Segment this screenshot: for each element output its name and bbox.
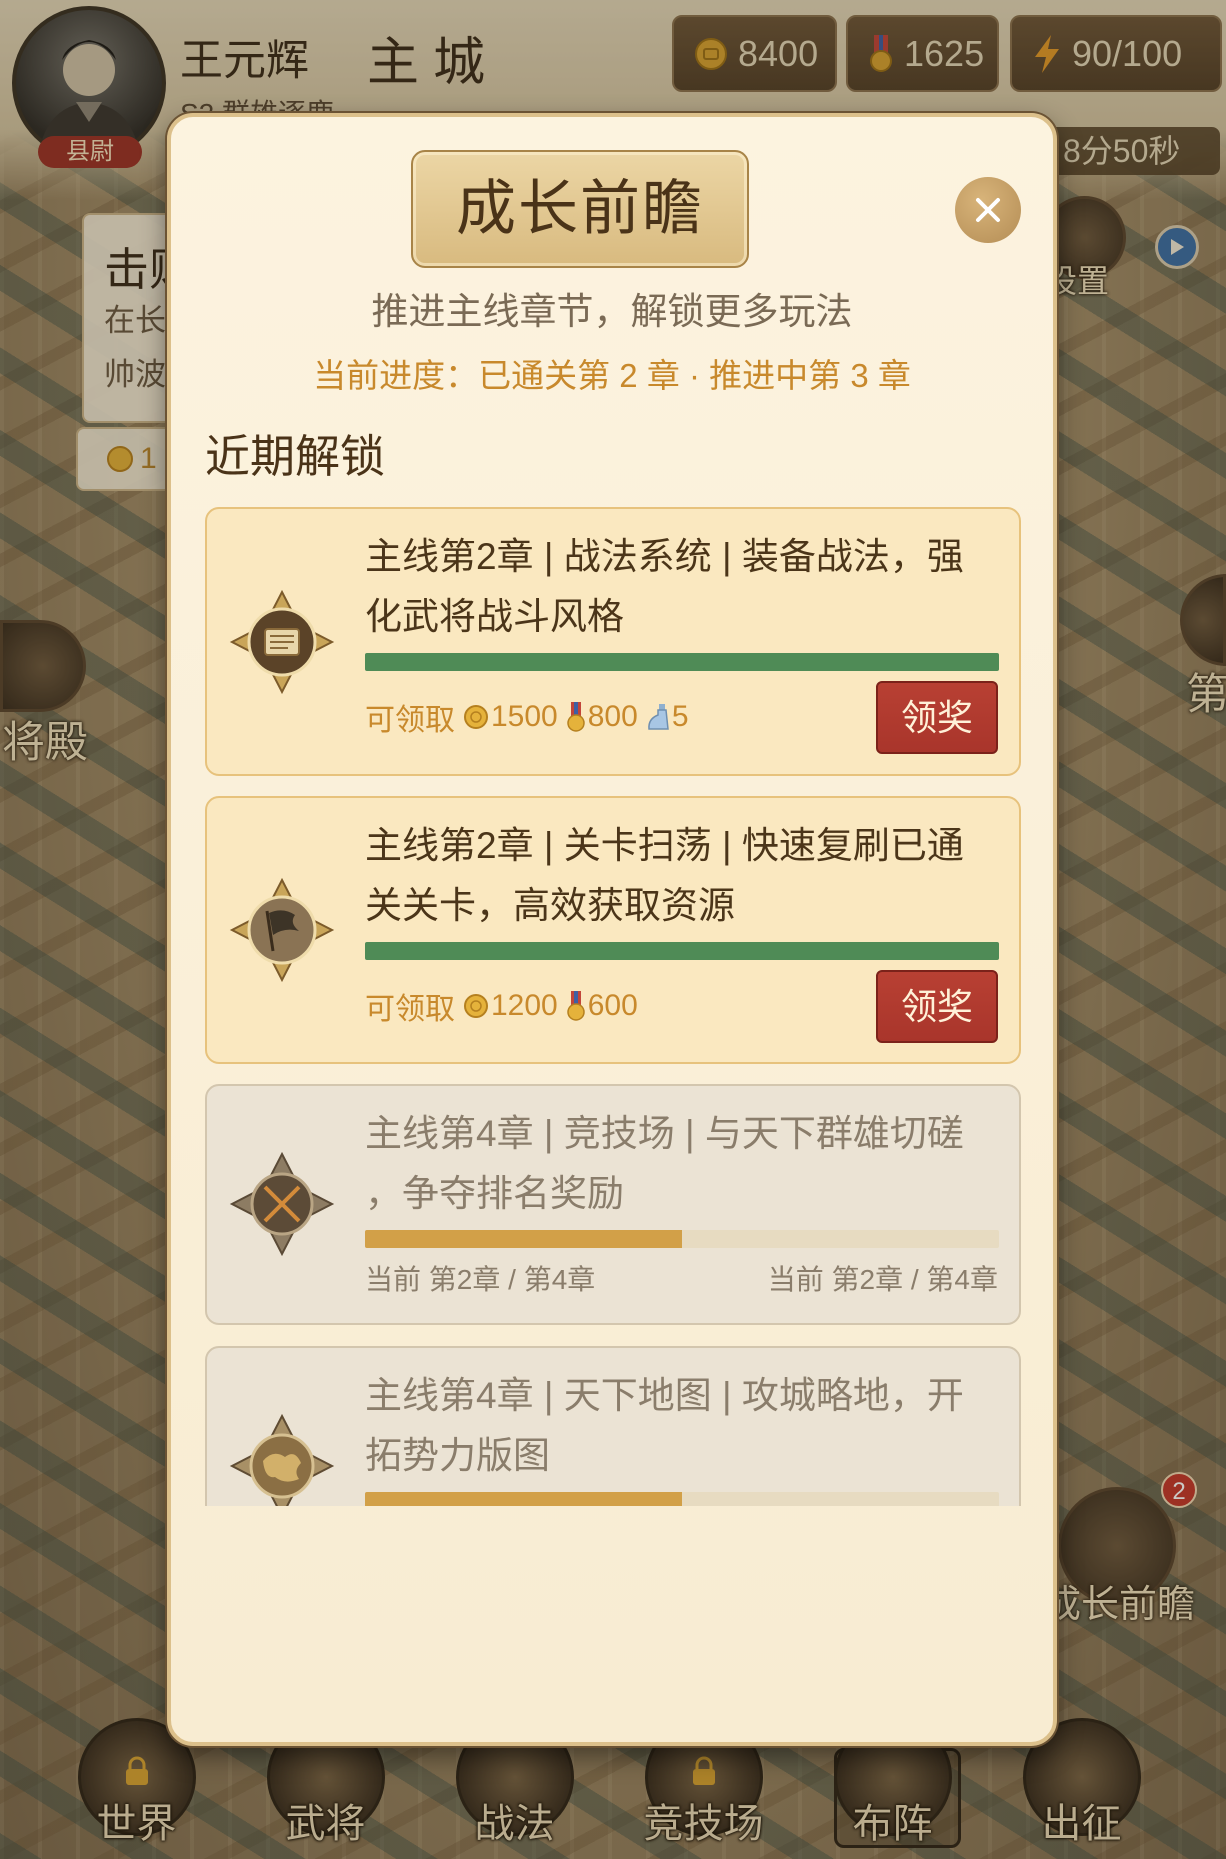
unlock-list[interactable]: 主线第2章 | 战法系统 | 装备战法，强 化武将战斗风格 可领取 1500 8… — [205, 507, 1021, 1506]
modal-subtitle: 推进主线章节，解锁更多玩法 — [371, 291, 853, 332]
description-line: 拓势力版图 — [365, 1435, 550, 1476]
growth-preview-modal: 成长前瞻 推进主线章节，解锁更多玩法 当前进度：已通关第 2 章 · 推进中第 … — [167, 113, 1057, 1746]
reward-label: 可领取 — [365, 993, 455, 1026]
unlock-description: 主线第2章 | 战法系统 | 装备战法，强 化武将战斗风格 — [365, 527, 1001, 647]
unlock-card: 主线第2章 | 关卡扫荡 | 快速复刷已通 关关卡，高效获取资源 可领取 120… — [205, 796, 1021, 1064]
reward-item: 1200 — [463, 989, 558, 1023]
modal-title: 成长前瞻 — [411, 150, 749, 268]
flag-icon — [229, 877, 335, 983]
unlock-card: 主线第2章 | 战法系统 | 装备战法，强 化武将战斗风格 可领取 1500 8… — [205, 507, 1021, 776]
reward-item: 1500 — [463, 700, 558, 734]
reward-item: 5 — [646, 700, 689, 734]
description-line: 关关卡，高效获取资源 — [365, 885, 735, 926]
reward-row: 可领取 1200 600 — [365, 986, 638, 1026]
description-line: 主线第4章 | 竞技场 | 与天下群雄切磋 — [365, 1113, 964, 1154]
medal-icon — [567, 702, 585, 732]
unlock-description: 主线第4章 | 竞技场 | 与天下群雄切磋 ，争夺排名奖励 — [365, 1104, 1001, 1224]
progress-bar — [365, 653, 999, 671]
close-button[interactable] — [955, 177, 1021, 243]
description-line: 主线第4章 | 天下地图 | 攻城略地，开 — [365, 1375, 964, 1416]
unlock-card: 主线第4章 | 天下地图 | 攻城略地，开 拓势力版图 — [205, 1346, 1021, 1506]
progress-bar — [365, 942, 999, 960]
description-line: 主线第2章 | 战法系统 | 装备战法，强 — [365, 536, 964, 577]
progress-fill — [365, 1230, 682, 1248]
claim-button[interactable]: 领奖 — [876, 970, 998, 1043]
progress-fill — [365, 653, 999, 671]
progress-fill — [365, 1492, 682, 1506]
map-icon — [229, 1413, 335, 1506]
reward-item: 600 — [566, 989, 638, 1023]
scroll-icon — [229, 589, 335, 695]
unlock-card: 主线第4章 | 竞技场 | 与天下群雄切磋 ，争夺排名奖励 当前 第2章 / 第… — [205, 1084, 1021, 1325]
coin-icon — [464, 994, 488, 1018]
progress-bar — [365, 1230, 999, 1248]
section-title: 近期解锁 — [205, 431, 386, 482]
game-screen: 县尉 王元辉 S2 群雄逐鹿 主城 8400 1625 90/100 8分50秒… — [0, 0, 1226, 1859]
coin-icon — [464, 705, 488, 729]
reward-amount: 600 — [587, 989, 638, 1022]
description-line: ，争夺排名奖励 — [365, 1173, 624, 1214]
close-icon — [976, 198, 1000, 222]
medal-icon — [567, 991, 585, 1021]
unlock-description: 主线第2章 | 关卡扫荡 | 快速复刷已通 关关卡，高效获取资源 — [365, 816, 1001, 936]
chapter-caption: 当前 第2章 / 第4章 — [365, 1264, 596, 1295]
progress-fill — [365, 942, 999, 960]
potion-icon — [647, 704, 669, 730]
reward-amount: 1200 — [491, 989, 558, 1022]
claim-button[interactable]: 领奖 — [876, 681, 998, 754]
chapter-progress: 当前进度：已通关第 2 章 · 推进中第 3 章 — [313, 357, 911, 394]
reward-label: 可领取 — [365, 704, 455, 737]
unlock-description: 主线第4章 | 天下地图 | 攻城略地，开 拓势力版图 — [365, 1366, 1001, 1486]
description-line: 化武将战斗风格 — [365, 596, 624, 637]
description-line: 主线第2章 | 关卡扫荡 | 快速复刷已通 — [365, 825, 964, 866]
reward-amount: 5 — [671, 700, 689, 733]
chapter-caption: 当前 第2章 / 第4章 — [767, 1264, 998, 1295]
reward-item: 800 — [566, 700, 638, 734]
reward-amount: 800 — [587, 700, 638, 733]
reward-row: 可领取 1500 800 5 — [365, 697, 689, 737]
progress-bar — [365, 1492, 999, 1506]
crossed-swords-icon — [229, 1151, 335, 1257]
reward-amount: 1500 — [491, 700, 558, 733]
